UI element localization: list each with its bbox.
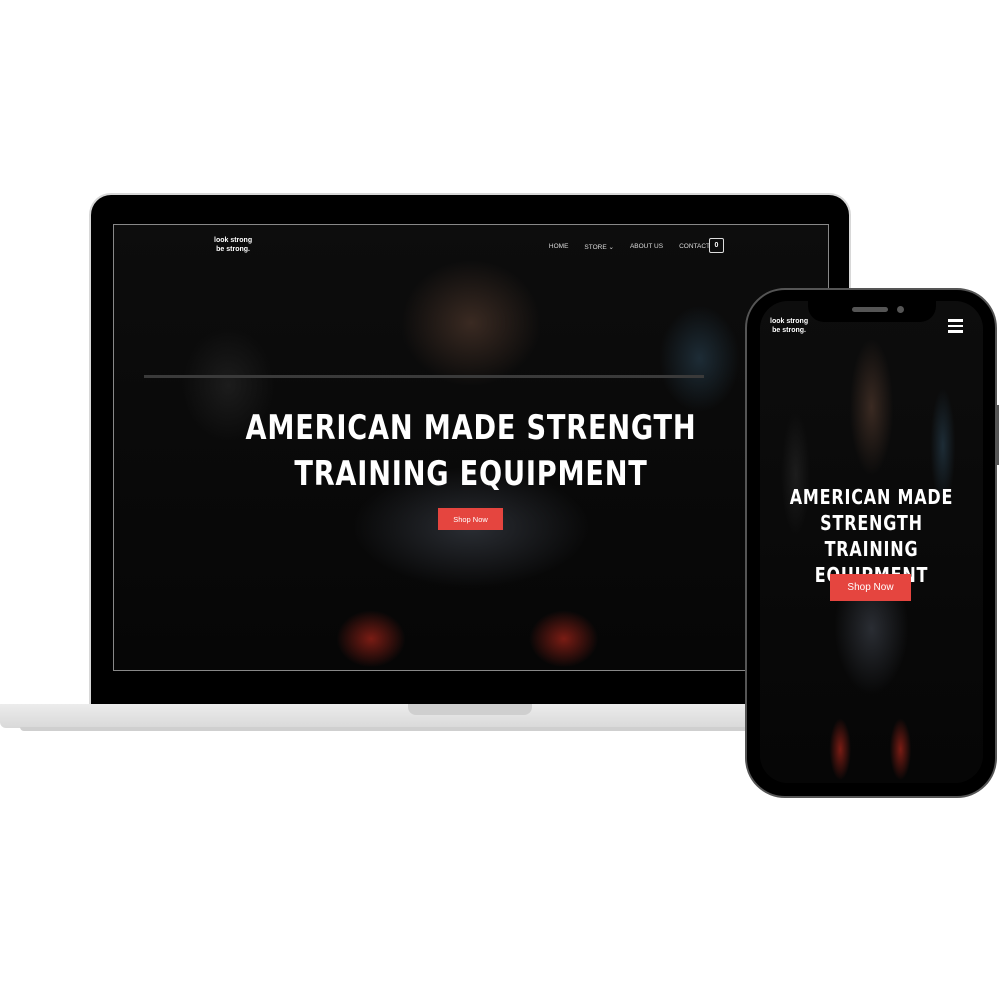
cart-icon[interactable]: 0	[709, 238, 724, 253]
shop-now-button[interactable]: Shop Now	[438, 508, 503, 530]
mobile-hero-line2: STRENGTH TRAINING	[820, 511, 923, 561]
nav-store[interactable]: STORE ⌄	[584, 243, 614, 251]
barbell	[144, 375, 704, 378]
nav-about[interactable]: ABOUT US	[630, 243, 663, 251]
phone-speaker	[852, 307, 888, 312]
laptop-base	[0, 704, 760, 728]
hamburger-menu-icon[interactable]	[948, 319, 963, 336]
hero-line1: AMERICAN MADE STRENGTH	[245, 408, 697, 448]
phone-side-button	[996, 405, 999, 465]
mobile-hero-line1: AMERICAN MADE	[789, 485, 954, 509]
hero-headline: AMERICAN MADE STRENGTH TRAINING EQUIPMEN…	[185, 405, 756, 497]
desktop-website: look strong be strong. HOME STORE ⌄ ABOU…	[113, 224, 829, 671]
mobile-logo[interactable]: look strong be strong.	[770, 318, 808, 336]
nav-contact[interactable]: CONTACT	[679, 243, 710, 251]
cart-count: 0	[714, 242, 719, 249]
hero-line2: TRAINING EQUIPMENT	[294, 454, 648, 494]
site-logo[interactable]: look strong be strong.	[214, 237, 252, 255]
nav-home[interactable]: HOME	[549, 243, 569, 251]
chevron-down-icon: ⌄	[608, 244, 614, 251]
logo-line2: be strong.	[216, 245, 250, 253]
nav-store-label: STORE	[584, 244, 607, 251]
mobile-website: look strong be strong. AMERICAN MADE STR…	[760, 301, 983, 783]
mobile-hero-headline: AMERICAN MADE STRENGTH TRAINING EQUIPMEN…	[782, 484, 960, 588]
mobile-shop-now-button[interactable]: Shop Now	[830, 574, 911, 601]
main-nav: HOME STORE ⌄ ABOUT US CONTACT	[549, 243, 710, 251]
laptop-notch	[408, 704, 532, 715]
logo-line1: look strong	[214, 237, 253, 244]
mobile-logo-line1: look strong	[770, 318, 809, 325]
laptop-shadow	[20, 727, 750, 731]
phone-camera	[897, 306, 904, 313]
mobile-logo-line2: be strong.	[772, 326, 806, 334]
